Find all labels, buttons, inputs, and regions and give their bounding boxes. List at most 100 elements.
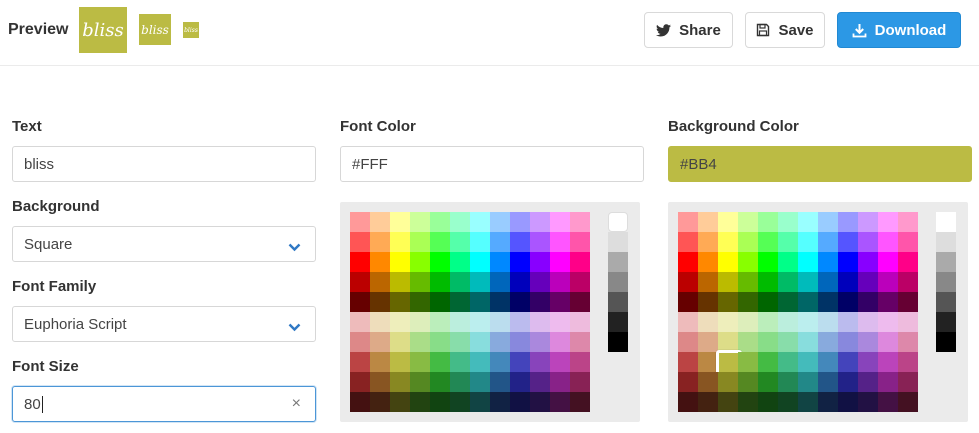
color-swatch[interactable]: [898, 212, 918, 232]
color-swatch[interactable]: [778, 272, 798, 292]
color-swatch[interactable]: [550, 312, 570, 332]
color-swatch[interactable]: [798, 272, 818, 292]
color-swatch[interactable]: [370, 372, 390, 392]
color-swatch[interactable]: [510, 352, 530, 372]
color-swatch[interactable]: [410, 332, 430, 352]
color-swatch[interactable]: [490, 332, 510, 352]
color-swatch[interactable]: [470, 372, 490, 392]
color-swatch[interactable]: [858, 372, 878, 392]
color-swatch[interactable]: [798, 332, 818, 352]
color-swatch[interactable]: [818, 272, 838, 292]
color-swatch[interactable]: [718, 212, 738, 232]
color-swatch[interactable]: [838, 312, 858, 332]
color-swatch[interactable]: [410, 272, 430, 292]
color-swatch[interactable]: [898, 332, 918, 352]
color-swatch[interactable]: [370, 212, 390, 232]
color-swatch[interactable]: [818, 392, 838, 412]
color-swatch[interactable]: [698, 312, 718, 332]
color-swatch[interactable]: [818, 252, 838, 272]
color-swatch[interactable]: [390, 392, 410, 412]
color-swatch[interactable]: [570, 392, 590, 412]
color-swatch[interactable]: [678, 292, 698, 312]
color-swatch[interactable]: [898, 232, 918, 252]
color-swatch[interactable]: [530, 212, 550, 232]
color-swatch[interactable]: [818, 352, 838, 372]
color-swatch[interactable]: [450, 272, 470, 292]
color-swatch[interactable]: [718, 232, 738, 252]
share-button[interactable]: Share: [644, 12, 733, 48]
color-swatch[interactable]: [370, 332, 390, 352]
gray-swatch[interactable]: [608, 312, 628, 332]
color-swatch[interactable]: [738, 392, 758, 412]
color-swatch[interactable]: [370, 352, 390, 372]
color-swatch[interactable]: [450, 372, 470, 392]
color-swatch[interactable]: [350, 272, 370, 292]
color-swatch[interactable]: [858, 292, 878, 312]
color-swatch[interactable]: [430, 312, 450, 332]
color-swatch[interactable]: [550, 392, 570, 412]
color-swatch[interactable]: [838, 232, 858, 252]
color-swatch[interactable]: [878, 312, 898, 332]
color-swatch[interactable]: [390, 312, 410, 332]
color-swatch[interactable]: [430, 352, 450, 372]
color-swatch[interactable]: [570, 312, 590, 332]
color-swatch[interactable]: [898, 252, 918, 272]
color-swatch[interactable]: [530, 232, 550, 252]
color-swatch[interactable]: [858, 212, 878, 232]
color-swatch[interactable]: [718, 372, 738, 392]
color-swatch[interactable]: [818, 312, 838, 332]
color-swatch[interactable]: [758, 352, 778, 372]
preview-thumbnail-medium[interactable]: bliss: [139, 14, 171, 45]
color-swatch[interactable]: [350, 212, 370, 232]
color-swatch[interactable]: [738, 312, 758, 332]
color-swatch[interactable]: [778, 332, 798, 352]
color-swatch[interactable]: [738, 232, 758, 252]
gray-swatch[interactable]: [608, 332, 628, 352]
color-swatch[interactable]: [350, 372, 370, 392]
color-swatch[interactable]: [510, 232, 530, 252]
color-swatch[interactable]: [470, 312, 490, 332]
color-swatch[interactable]: [570, 232, 590, 252]
color-swatch[interactable]: [898, 292, 918, 312]
color-swatch[interactable]: [390, 212, 410, 232]
color-swatch[interactable]: [570, 332, 590, 352]
color-swatch[interactable]: [570, 372, 590, 392]
color-swatch[interactable]: [838, 212, 858, 232]
color-swatch[interactable]: [678, 312, 698, 332]
color-swatch[interactable]: [718, 272, 738, 292]
gray-swatch[interactable]: [936, 212, 956, 232]
color-swatch[interactable]: [510, 372, 530, 392]
color-swatch[interactable]: [550, 232, 570, 252]
color-swatch[interactable]: [738, 352, 758, 372]
color-swatch[interactable]: [738, 332, 758, 352]
color-swatch[interactable]: [898, 352, 918, 372]
color-swatch[interactable]: [390, 352, 410, 372]
gray-swatch[interactable]: [936, 272, 956, 292]
color-swatch[interactable]: [678, 352, 698, 372]
gray-swatch[interactable]: [608, 292, 628, 312]
color-swatch[interactable]: [718, 252, 738, 272]
color-swatch[interactable]: [370, 272, 390, 292]
color-swatch[interactable]: [390, 332, 410, 352]
color-swatch[interactable]: [758, 232, 778, 252]
color-swatch[interactable]: [878, 212, 898, 232]
color-swatch[interactable]: [758, 252, 778, 272]
gray-swatch[interactable]: [936, 332, 956, 352]
color-swatch[interactable]: [738, 292, 758, 312]
color-swatch[interactable]: [898, 312, 918, 332]
color-swatch[interactable]: [390, 272, 410, 292]
color-swatch[interactable]: [530, 372, 550, 392]
color-swatch[interactable]: [570, 292, 590, 312]
color-swatch[interactable]: [678, 212, 698, 232]
color-swatch[interactable]: [430, 212, 450, 232]
gray-swatch[interactable]: [936, 312, 956, 332]
color-swatch[interactable]: [470, 392, 490, 412]
color-swatch[interactable]: [450, 232, 470, 252]
color-swatch[interactable]: [550, 372, 570, 392]
color-swatch[interactable]: [410, 292, 430, 312]
color-swatch[interactable]: [370, 252, 390, 272]
color-swatch[interactable]: [450, 212, 470, 232]
color-swatch[interactable]: [798, 372, 818, 392]
save-button[interactable]: Save: [745, 12, 825, 48]
color-swatch[interactable]: [410, 392, 430, 412]
